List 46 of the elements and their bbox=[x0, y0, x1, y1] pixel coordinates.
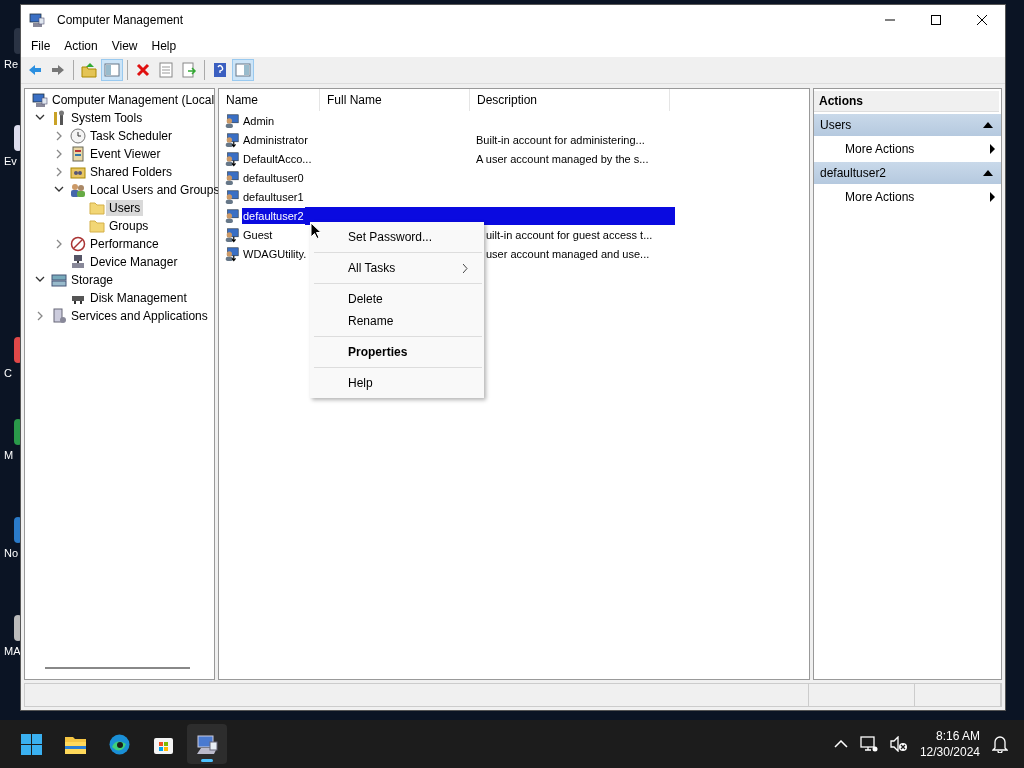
tree-item[interactable]: Services and Applications bbox=[68, 308, 211, 324]
desktop-icon-label: No bbox=[4, 547, 19, 559]
action-section-header[interactable]: defaultuser2 bbox=[814, 162, 1001, 184]
tree-item[interactable]: Task Scheduler bbox=[87, 128, 176, 144]
tree-item[interactable]: Device Manager bbox=[87, 254, 181, 270]
actions-header: Actions bbox=[814, 91, 999, 112]
user-name[interactable]: defaultuser2 bbox=[242, 207, 305, 224]
menu-item[interactable]: Help bbox=[144, 39, 184, 53]
clock[interactable]: 8:16 AM 12/30/2024 bbox=[919, 728, 980, 760]
tree-item[interactable]: Groups bbox=[106, 218, 152, 234]
context-menu-item[interactable]: All Tasks bbox=[312, 257, 482, 279]
user-name[interactable]: defaultuser0 bbox=[242, 169, 322, 186]
user-description: user account managed and use... bbox=[486, 247, 650, 260]
menu-item[interactable]: Action bbox=[57, 39, 105, 53]
menu-item[interactable]: View bbox=[104, 39, 145, 53]
action-section-header[interactable]: Users bbox=[814, 114, 1001, 136]
context-menu-item[interactable]: Help bbox=[312, 372, 482, 394]
user-description: Built-in account for administering... bbox=[476, 133, 645, 146]
tree-item[interactable]: Shared Folders bbox=[87, 164, 176, 180]
action-link[interactable]: More Actions bbox=[845, 190, 915, 204]
column-header[interactable]: Name bbox=[219, 89, 320, 111]
context-menu-item[interactable]: Properties bbox=[312, 341, 482, 363]
desktop-icon-label: MA bbox=[4, 645, 21, 657]
user-description: uilt-in account for guest access t... bbox=[486, 228, 653, 241]
desktop-icon-label: Re bbox=[4, 58, 19, 70]
tree-item[interactable]: Local Users and Groups bbox=[87, 182, 223, 198]
column-header[interactable]: Description bbox=[470, 89, 670, 111]
tree-item[interactable]: System Tools bbox=[68, 110, 146, 126]
tree-item[interactable]: Computer Management (Local bbox=[49, 92, 218, 108]
menu-item[interactable]: File bbox=[24, 39, 58, 53]
action-link[interactable]: More Actions bbox=[845, 142, 915, 156]
column-header[interactable]: Full Name bbox=[320, 89, 470, 111]
desktop-icon-label: C bbox=[4, 367, 12, 379]
user-description: A user account managed by the s... bbox=[476, 152, 649, 165]
user-name[interactable]: Admin bbox=[242, 112, 322, 129]
tree-item[interactable]: Disk Management bbox=[87, 290, 190, 306]
tree-item[interactable]: Performance bbox=[87, 236, 162, 252]
desktop-icon-label: Ev bbox=[4, 155, 17, 167]
user-name[interactable]: defaultuser1 bbox=[242, 188, 322, 205]
tree-item[interactable]: Storage bbox=[68, 272, 117, 288]
tree-item[interactable]: Event Viewer bbox=[87, 146, 164, 162]
window-title: Computer Management bbox=[57, 13, 184, 27]
tree-item[interactable]: Users bbox=[106, 200, 144, 216]
desktop-icon-label: M bbox=[4, 449, 14, 461]
context-menu-item[interactable]: Delete bbox=[312, 288, 482, 310]
context-menu-item[interactable]: Rename bbox=[312, 310, 482, 332]
